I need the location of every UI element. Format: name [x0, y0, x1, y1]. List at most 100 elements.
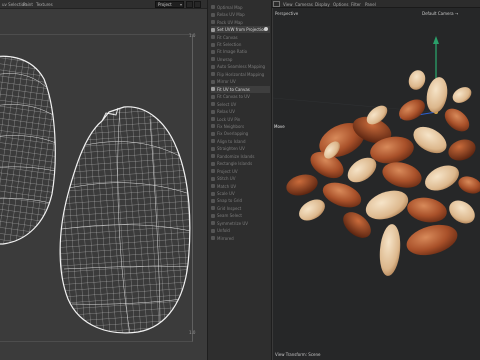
tool-item[interactable]: Unfold [211, 228, 270, 235]
tool-item-label: Match UV [217, 183, 237, 189]
tool-item[interactable]: Fit Canvas to UV [211, 93, 270, 100]
tool-icon [211, 109, 215, 114]
tool-icon [211, 57, 215, 62]
tool-icon [211, 169, 215, 174]
uv-canvas[interactable]: 1.0 1.0 [0, 9, 207, 360]
tool-icon [211, 154, 215, 159]
tool-item[interactable]: Stitch UV [211, 175, 270, 182]
tool-icon [211, 213, 215, 218]
tool-item[interactable]: Unwrap [211, 56, 270, 63]
tool-item[interactable]: Straighten UV [211, 146, 270, 153]
uv-settings-button[interactable] [194, 1, 201, 8]
tool-icon [211, 64, 215, 69]
tool-icon [211, 27, 215, 32]
tool-item[interactable]: Set UVW from Projection [211, 26, 270, 33]
tool-item[interactable]: Mirror UV [211, 79, 270, 86]
tool-item[interactable]: Snap to Grid [211, 198, 270, 205]
tool-item[interactable]: Relax UV Map [211, 11, 270, 18]
tool-item-label: Symmetrize UV [217, 220, 248, 226]
tool-item-label: Stitch UV [217, 176, 236, 182]
uv-option-button[interactable] [186, 1, 193, 8]
tool-item[interactable]: Fix Neighbors [211, 123, 270, 130]
tool-icon [211, 94, 215, 99]
tool-item[interactable]: Flip Horizontal Mapping [211, 71, 270, 78]
tool-item[interactable]: Lock UV Pin [211, 116, 270, 123]
tool-item[interactable]: Fit UV to Canvas [211, 85, 270, 93]
tool-icon [211, 42, 215, 47]
tool-icon [211, 206, 215, 211]
tool-item[interactable]: Auto Seamless Mapping [211, 64, 270, 71]
tool-icon [211, 131, 215, 136]
tool-icon [211, 228, 215, 233]
tool-item-label: Unwrap [217, 56, 233, 62]
tool-item[interactable]: Match UV [211, 183, 270, 190]
tool-item-label: Project UV [217, 168, 238, 174]
chevron-down-icon: ▾ [179, 2, 182, 7]
tool-icon [211, 102, 215, 107]
tool-item[interactable]: Fit Canvas [211, 34, 270, 41]
tool-item[interactable]: Symmetrize UV [211, 220, 270, 227]
tool-item-label: Randomize Islands [217, 153, 255, 159]
tool-item[interactable]: Randomize Islands [211, 153, 270, 160]
tool-item-label: Unfold [217, 228, 230, 234]
tool-item-label: Optimal Map [217, 4, 243, 10]
tool-item-label: Scale UV [217, 191, 235, 197]
projection-select-value: Project [158, 2, 172, 7]
tool-item[interactable]: Mirrored [211, 235, 270, 242]
projection-select[interactable]: Project ▾ [155, 1, 184, 8]
tool-item[interactable]: Select UV [211, 101, 270, 108]
tool-icon [211, 191, 215, 196]
menu-textures[interactable]: Textures [36, 2, 53, 7]
tool-item[interactable]: Fix Overlapping [211, 131, 270, 138]
viewport-scene [272, 36, 480, 277]
tool-icon [211, 146, 215, 151]
tool-item[interactable]: Fit Selection [211, 41, 270, 48]
tool-item-label: Align to Island [217, 138, 246, 144]
tool-icon [211, 49, 215, 54]
tool-item[interactable]: Project UV [211, 168, 270, 175]
tool-icon [211, 117, 215, 122]
tool-icon [211, 87, 215, 92]
tool-item[interactable]: Rectangle Islands [211, 160, 270, 167]
menu-paint[interactable]: Paint [23, 2, 33, 7]
tool-icon [211, 236, 215, 241]
tool-item-label: Auto Seamless Mapping [217, 64, 266, 70]
tool-item[interactable]: Pack UV Map [211, 19, 270, 26]
tool-item-label: Select UV [217, 101, 237, 107]
tool-icon [211, 176, 215, 181]
tool-item-label: Relax UV [217, 109, 235, 115]
tool-item[interactable]: Scale UV [211, 190, 270, 197]
tool-item[interactable]: Fit Image Ratio [211, 49, 270, 56]
tool-item-label: Fix Neighbors [217, 123, 245, 129]
tool-item-label: Mirror UV [217, 79, 236, 85]
tool-item-label: Fit Canvas to UV [217, 94, 250, 100]
uv-tools-panel: Optimal Map Relax UV Map Pack UV Map Set UV… [207, 0, 272, 360]
tool-item[interactable]: Optimal Map [211, 4, 270, 11]
tool-item[interactable]: Align to Island [211, 138, 270, 145]
tool-item-label: Snap to Grid [217, 198, 243, 204]
tool-icon [211, 161, 215, 166]
tool-icon [211, 139, 215, 144]
tool-icon [211, 35, 215, 40]
tool-item-label: Pack UV Map [217, 19, 243, 25]
tool-item[interactable]: Seam Select [211, 213, 270, 220]
tool-icon [211, 5, 215, 10]
tool-icon [211, 72, 215, 77]
tool-item-label: Mirrored [217, 235, 234, 241]
uv-island-right[interactable] [55, 99, 195, 339]
tool-item-label: Fit Selection [217, 42, 242, 48]
tool-icon [211, 198, 215, 203]
gear-icon[interactable] [264, 27, 268, 32]
tool-item[interactable]: Relax UV [211, 108, 270, 115]
uv-island-left[interactable] [0, 49, 70, 249]
tool-item[interactable]: Grid Inspect [211, 205, 270, 212]
uv-wireframe [0, 49, 195, 339]
tool-item-label: Seam Select [217, 213, 242, 219]
3d-viewport[interactable]: View Cameras Display Options Filter Pane… [272, 0, 480, 360]
tool-item-label: Fit Canvas [217, 34, 238, 40]
tool-item-label: Grid Inspect [217, 205, 242, 211]
tool-item-label: Set UVW from Projection [217, 27, 267, 33]
tool-item-label: Flip Horizontal Mapping [217, 71, 265, 77]
brazil-nuts-model[interactable] [284, 68, 480, 277]
tool-item-label: Straighten UV [217, 146, 245, 152]
